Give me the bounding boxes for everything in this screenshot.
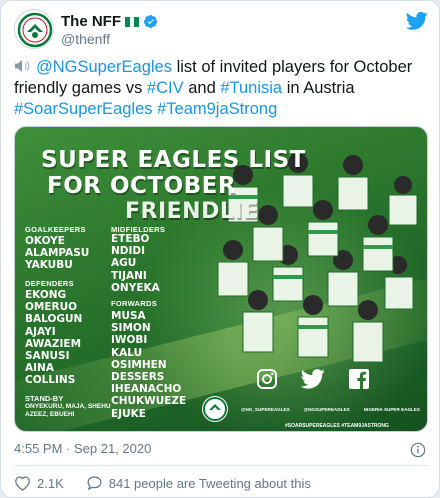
tweet-media-image[interactable]: SUPER EAGLES LIST FOR OCTOBER FRIENDLIE …	[14, 126, 428, 432]
defenders-list: EKONG OMERUO BALOGUN AJAYI AWAZIEM SANUSI AINA…	[25, 289, 82, 387]
tweet-header: The NFF @thenff	[14, 9, 428, 49]
like-button[interactable]: 2.1K	[14, 475, 64, 491]
hashtag-soar-link[interactable]: #SoarSuperEagles	[14, 100, 153, 118]
verified-badge-icon	[143, 14, 158, 29]
heart-icon	[15, 476, 30, 491]
player-name: IWOBI	[111, 334, 148, 347]
like-count: 2.1K	[37, 475, 64, 491]
facebook-icon	[349, 369, 369, 389]
player-name: SANUSI	[25, 350, 70, 363]
account-handle[interactable]: @thenff	[61, 31, 110, 47]
instagram-icon	[257, 369, 277, 389]
tweet-text: @NGSuperEagles list of invited players f…	[14, 57, 424, 120]
graphic-headline: SUPER EAGLES LIST FOR OCTOBER	[41, 147, 306, 199]
player-name: CHUKWUEZE	[111, 395, 187, 408]
player-name: ETEBO	[111, 233, 150, 245]
player-name: NDIDI	[111, 245, 146, 258]
facebook-handle: NIGERIA SUPER EAGLES	[363, 407, 420, 412]
info-icon[interactable]	[410, 442, 426, 458]
player-name: AWAZIEM	[25, 337, 82, 350]
player-name: TIJANI	[111, 269, 147, 282]
nff-crest-icon	[16, 11, 53, 48]
name-row: The NFF	[61, 13, 158, 30]
player-name: COLLINS	[25, 374, 76, 387]
avatar[interactable]	[14, 9, 54, 49]
nigeria-flag-icon	[125, 16, 140, 27]
speaker-icon	[15, 60, 30, 72]
defenders-label: DEFENDERS	[25, 279, 74, 288]
tweeting-about-text: 841 people are Tweeting about this	[108, 475, 311, 491]
tweet-text-part: in Austria	[282, 79, 355, 97]
tweet-text-part: and	[183, 79, 221, 97]
player-name: DESSERS	[111, 371, 165, 384]
player-name: BALOGUN	[25, 313, 83, 326]
player-name: AGU	[111, 257, 137, 270]
player-name: EKONG	[25, 289, 67, 301]
player-name: YAKUBU	[25, 259, 73, 272]
player-name: IHEANACHO	[111, 383, 182, 396]
social-handles-row: @NG_SUPEREAGLES @NGSUPEREAGLES NIGERIA S…	[241, 407, 420, 412]
standby-line-2: AZEEZ, EBUEHI	[25, 411, 75, 418]
mention-link[interactable]: @NGSuperEagles	[36, 58, 172, 76]
tweet-timestamp[interactable]: 4:55 PM · Sep 21, 2020	[14, 441, 151, 456]
instagram-handle: @NG_SUPEREAGLES	[241, 407, 290, 412]
player-name: SIMON	[111, 322, 151, 335]
twitter-handle: @NGSUPEREAGLES	[303, 407, 350, 412]
forwards-label: FORWARDS	[111, 299, 158, 308]
reply-bubble-icon	[87, 476, 102, 491]
graphic-hashtags: #SOARSUPEREAGLES #TEAM9JASTRONG	[285, 423, 389, 429]
player-name: OMERUO	[25, 301, 78, 314]
midfielders-list: ETEBO NDIDI AGU TIJANI ONYEKA	[111, 233, 160, 294]
tweet-actions: 2.1K 841 people are Tweeting about this	[14, 475, 311, 491]
hashtag-civ-link[interactable]: #CIV	[147, 79, 184, 97]
headline-line-2: FOR OCTOBER	[47, 173, 237, 199]
divider	[14, 465, 428, 466]
hashtag-team-link[interactable]: #Team9jaStrong	[157, 100, 277, 118]
twitter-bird-icon	[301, 369, 325, 389]
player-name: AJAYI	[25, 325, 56, 338]
player-name: ONYEKA	[111, 281, 160, 294]
player-name: MUSA	[111, 310, 146, 322]
player-name: EJUKE	[111, 407, 146, 420]
player-name: AINA	[25, 362, 54, 375]
goalkeepers-list: OKOYE ALAMPASU YAKUBU	[25, 235, 89, 272]
player-name: ALAMPASU	[25, 247, 90, 260]
standby-label: STAND-BY	[25, 394, 64, 403]
headline-line-3: FRIENDLIE	[125, 199, 259, 224]
headline-line-1: SUPER EAGLES LIST	[41, 147, 306, 173]
standby-block: STAND-BY ONYEKURU, MAJA, SHEHU AZEEZ, EB…	[25, 395, 111, 419]
twitter-bird-icon[interactable]	[406, 11, 428, 31]
hashtag-tunisia-link[interactable]: #Tunisia	[220, 79, 282, 97]
tweet-card: The NFF @thenff @NGSuperEagles list of i…	[0, 0, 440, 498]
player-name: OSIMHEN	[111, 358, 167, 371]
goalkeepers-label: GOALKEEPERS	[25, 225, 86, 234]
player-name: OKOYE	[25, 235, 65, 247]
forwards-list: MUSA SIMON IWOBI KALU OSIMHEN DESSERS IHEANACH…	[111, 310, 186, 420]
player-name: KALU	[111, 346, 143, 359]
display-name[interactable]: The NFF	[61, 13, 121, 30]
tweeting-about-link[interactable]: 841 people are Tweeting about this	[86, 475, 311, 491]
social-icons-row	[255, 367, 371, 391]
nff-crest-icon	[202, 396, 228, 422]
standby-line-1: ONYEKURU, MAJA, SHEHU	[25, 403, 111, 410]
